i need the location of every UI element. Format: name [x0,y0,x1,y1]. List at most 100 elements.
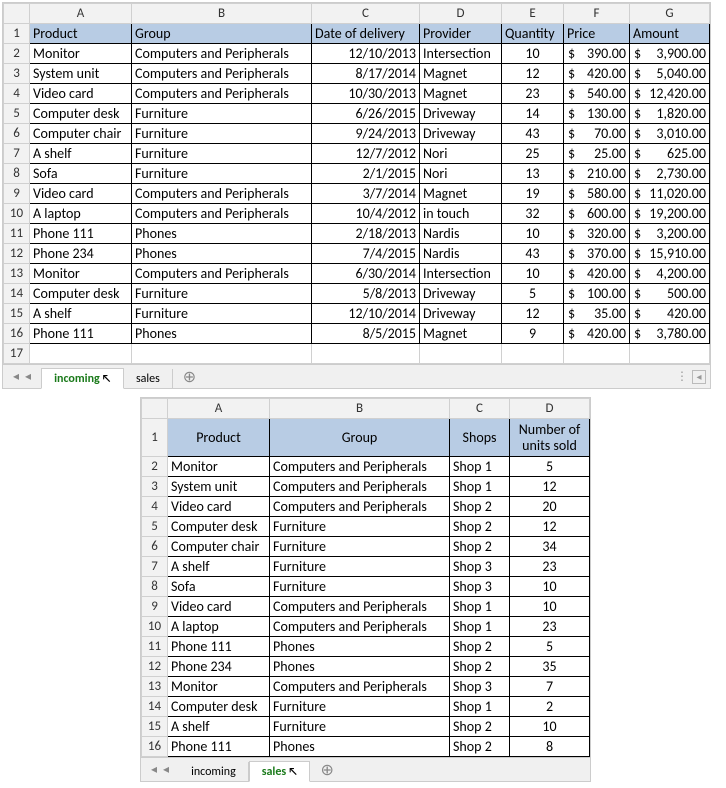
table-row[interactable]: 5Computer deskFurniture6/26/2015Driveway… [4,104,710,124]
cell-shop[interactable]: Shop 2 [450,737,510,757]
table-row[interactable]: 13MonitorComputers and PeripheralsShop 3… [142,677,590,697]
cell[interactable] [502,344,564,364]
row-header[interactable]: 16 [4,324,30,344]
cell-quantity[interactable]: 13 [502,164,564,184]
row-header[interactable]: 11 [142,637,168,657]
cell-group[interactable]: Computers and Peripherals [132,44,312,64]
row-header[interactable]: 15 [4,304,30,324]
cell-shop[interactable]: Shop 1 [450,477,510,497]
cell-date[interactable]: 2/18/2013 [312,224,420,244]
cell-date[interactable]: 2/1/2015 [312,164,420,184]
cell[interactable] [312,344,420,364]
cell-price[interactable]: $420.00 [564,324,630,344]
header-units[interactable]: Number of units sold [510,419,590,457]
row-header[interactable]: 2 [4,44,30,64]
cell-provider[interactable]: Intersection [420,264,502,284]
cell-provider[interactable]: Nardis [420,224,502,244]
cell-date[interactable]: 3/7/2014 [312,184,420,204]
cell-price[interactable]: $370.00 [564,244,630,264]
cell-price[interactable]: $130.00 [564,104,630,124]
cell-product[interactable]: Phone 234 [168,657,270,677]
row-header[interactable]: 1 [142,419,168,457]
cell-group[interactable]: Phones [132,224,312,244]
row-header[interactable]: 16 [142,737,168,757]
header-group[interactable]: Group [132,24,312,44]
cell-quantity[interactable]: 5 [502,284,564,304]
cell-group[interactable]: Furniture [270,577,450,597]
cell-provider[interactable]: Nardis [420,244,502,264]
table-row[interactable]: 3System unitComputers and PeripheralsSho… [142,477,590,497]
cell-product[interactable]: Monitor [30,44,132,64]
cell-shop[interactable]: Shop 3 [450,577,510,597]
column-header-row[interactable]: A B C D E F G [4,4,710,24]
cell-provider[interactable]: in touch [420,204,502,224]
table-row[interactable]: 11Phone 111PhonesShop 25 [142,637,590,657]
table-row[interactable]: 7A shelfFurniture12/7/2012Nori25$25.00$6… [4,144,710,164]
cell-price[interactable]: $100.00 [564,284,630,304]
cell-product[interactable]: A laptop [168,617,270,637]
nav-first-icon[interactable]: ◂ [13,369,19,384]
cell-provider[interactable]: Magnet [420,84,502,104]
table-row[interactable]: 3System unitComputers and Peripherals8/1… [4,64,710,84]
cell-group[interactable]: Phones [270,657,450,677]
header-product[interactable]: Product [30,24,132,44]
cell-price[interactable]: $320.00 [564,224,630,244]
cell-group[interactable]: Computers and Peripherals [132,84,312,104]
table-row[interactable]: 12Phone 234Phones7/4/2015Nardis43$370.00… [4,244,710,264]
scroll-left-button[interactable]: ◂ [692,370,706,384]
tab-incoming[interactable]: incoming [179,762,249,781]
table-row[interactable]: 14Computer deskFurniture5/8/2013Driveway… [4,284,710,304]
cell-product[interactable]: Monitor [168,677,270,697]
col-header[interactable]: B [132,4,312,24]
cell-group[interactable]: Computers and Peripherals [270,677,450,697]
cell-product[interactable]: Computer chair [168,537,270,557]
cell-shop[interactable]: Shop 2 [450,637,510,657]
col-header[interactable]: C [450,399,510,419]
cell-quantity[interactable]: 12 [502,64,564,84]
row-header[interactable]: 4 [4,84,30,104]
cell-product[interactable]: Video card [30,184,132,204]
cell-quantity[interactable]: 10 [502,264,564,284]
cell-provider[interactable]: Magnet [420,64,502,84]
cell-group[interactable]: Furniture [132,144,312,164]
col-header[interactable]: F [564,4,630,24]
cell-product[interactable]: Phone 111 [30,324,132,344]
cell-date[interactable]: 10/30/2013 [312,84,420,104]
cell-group[interactable]: Furniture [132,104,312,124]
header-shops[interactable]: Shops [450,419,510,457]
cell-amount[interactable]: $420.00 [630,304,710,324]
cell-shop[interactable]: Shop 2 [450,717,510,737]
cell-units[interactable]: 5 [510,457,590,477]
cell-units[interactable]: 10 [510,577,590,597]
cell-provider[interactable]: Nori [420,144,502,164]
cell-price[interactable]: $210.00 [564,164,630,184]
row-header[interactable]: 1 [4,24,30,44]
cell-product[interactable]: Sofa [30,164,132,184]
cell-shop[interactable]: Shop 2 [450,657,510,677]
cell-product[interactable]: A shelf [168,557,270,577]
cell-date[interactable]: 9/24/2013 [312,124,420,144]
col-header[interactable]: E [502,4,564,24]
cell-product[interactable]: System unit [168,477,270,497]
row-header[interactable]: 13 [142,677,168,697]
row-header[interactable]: 7 [142,557,168,577]
cell-shop[interactable]: Shop 1 [450,597,510,617]
cell-amount[interactable]: $3,900.00 [630,44,710,64]
table-row[interactable]: 16Phone 111Phones8/5/2015Magnet9$420.00$… [4,324,710,344]
row-header[interactable]: 6 [4,124,30,144]
cell-amount[interactable]: $4,200.00 [630,264,710,284]
empty-row[interactable]: 17 [4,344,710,364]
cell-units[interactable]: 10 [510,717,590,737]
cell-group[interactable]: Furniture [132,164,312,184]
cell-amount[interactable]: $12,420.00 [630,84,710,104]
cell-group[interactable]: Furniture [132,124,312,144]
cell-product[interactable]: Phone 111 [168,637,270,657]
cell-price[interactable]: $390.00 [564,44,630,64]
cell-group[interactable]: Phones [270,737,450,757]
cell-shop[interactable]: Shop 1 [450,617,510,637]
cell-group[interactable]: Computers and Peripherals [132,184,312,204]
cell-units[interactable]: 35 [510,657,590,677]
col-header[interactable]: D [420,4,502,24]
cell-shop[interactable]: Shop 1 [450,697,510,717]
cell-amount[interactable]: $625.00 [630,144,710,164]
